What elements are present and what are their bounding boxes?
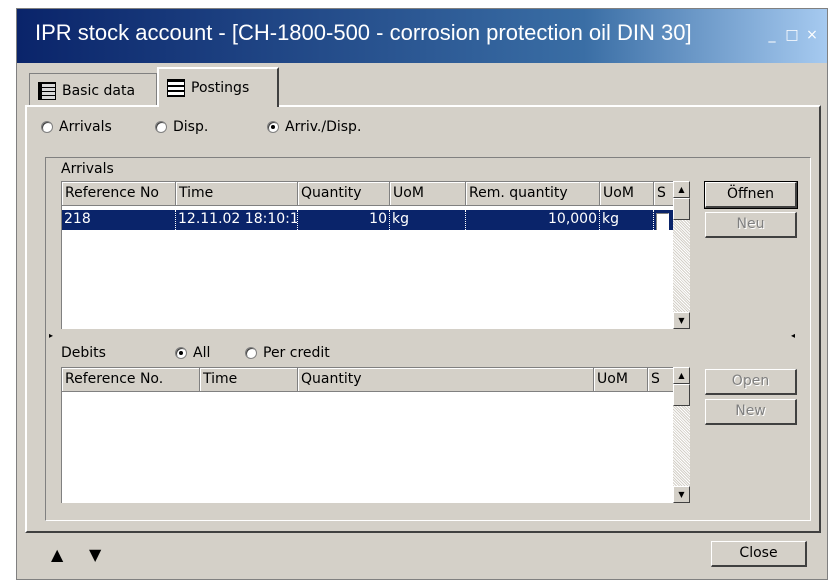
open-arrival-button[interactable]: Öffnen <box>704 181 798 209</box>
scroll-up-icon[interactable]: ▲ <box>673 367 690 384</box>
col-s[interactable]: S <box>654 182 674 206</box>
maximize-icon[interactable]: □ <box>785 27 799 43</box>
arrow-down-icon[interactable]: ▼ <box>89 545 101 564</box>
list-icon <box>167 79 185 97</box>
splitter-right-icon[interactable]: ◂ <box>791 331 795 340</box>
radio-per-credit[interactable]: Per credit <box>245 345 330 361</box>
cell-s <box>654 210 674 230</box>
arrivals-label: Arrivals <box>61 161 114 177</box>
col-time[interactable]: Time <box>176 182 298 206</box>
tab-basic-data[interactable]: Basic data <box>29 73 157 107</box>
debits-label: Debits <box>61 345 106 361</box>
arrivals-table[interactable]: Reference No Time Quantity UoM Rem. quan… <box>61 181 674 329</box>
new-debit-button[interactable]: New <box>705 399 797 425</box>
scroll-down-icon[interactable]: ▼ <box>673 486 690 503</box>
scroll-thumb[interactable] <box>673 198 690 220</box>
ipr-stock-account-window: IPR stock account - [CH-1800-500 - corro… <box>16 8 828 580</box>
debits-scrollbar[interactable]: ▲ ▼ <box>673 367 690 503</box>
cell-time: 12.11.02 18:10:1 <box>176 210 298 230</box>
radio-per-credit-label: Per credit <box>263 345 330 361</box>
tab-basic-data-label: Basic data <box>62 82 136 99</box>
book-icon <box>38 81 56 100</box>
radio-disp[interactable]: Disp. <box>155 119 208 135</box>
table-row[interactable]: 218 12.11.02 18:10:1 10 kg 10,000 kg <box>62 210 674 230</box>
col-reference-no[interactable]: Reference No <box>62 182 176 206</box>
arrivals-header: Reference No Time Quantity UoM Rem. quan… <box>62 182 674 206</box>
col-reference-no[interactable]: Reference No. <box>62 368 200 392</box>
cell-uom: kg <box>390 210 466 230</box>
minimize-icon[interactable]: _ <box>765 27 779 43</box>
radio-arriv-disp-label: Arriv./Disp. <box>285 119 362 135</box>
col-time[interactable]: Time <box>200 368 298 392</box>
s-checkbox[interactable] <box>656 213 669 230</box>
radio-arriv-disp-dot[interactable] <box>267 121 279 133</box>
close-button[interactable]: Close <box>711 541 807 567</box>
radio-arrivals-dot[interactable] <box>41 121 53 133</box>
close-window-icon[interactable]: × <box>805 27 819 43</box>
window-title: IPR stock account - [CH-1800-500 - corro… <box>35 20 692 45</box>
tab-postings[interactable]: Postings <box>157 67 279 107</box>
scroll-up-icon[interactable]: ▲ <box>673 181 690 198</box>
debits-table[interactable]: Reference No. Time Quantity UoM S <box>61 367 674 503</box>
radio-all-dot[interactable] <box>175 347 187 359</box>
radio-all[interactable]: All <box>175 345 210 361</box>
radio-all-label: All <box>193 345 211 361</box>
radio-per-credit-dot[interactable] <box>245 347 257 359</box>
debits-header: Reference No. Time Quantity UoM S <box>62 368 674 392</box>
radio-arrivals-label: Arrivals <box>59 119 112 135</box>
cell-rem-uom: kg <box>600 210 654 230</box>
arrivals-scrollbar[interactable]: ▲ ▼ <box>673 181 690 329</box>
scroll-down-icon[interactable]: ▼ <box>673 312 690 329</box>
radio-disp-dot[interactable] <box>155 121 167 133</box>
col-uom[interactable]: UoM <box>390 182 466 206</box>
col-rem-quantity[interactable]: Rem. quantity <box>466 182 600 206</box>
radio-arriv-disp[interactable]: Arriv./Disp. <box>267 119 361 135</box>
scroll-thumb[interactable] <box>673 384 690 406</box>
col-uom[interactable]: UoM <box>594 368 648 392</box>
tab-postings-label: Postings <box>191 80 250 96</box>
title-bar[interactable]: IPR stock account - [CH-1800-500 - corro… <box>17 9 827 63</box>
arrow-up-icon[interactable]: ▲ <box>51 545 63 564</box>
open-debit-button[interactable]: Open <box>705 369 797 395</box>
new-arrival-button[interactable]: Neu <box>705 212 797 238</box>
cell-rem-quantity: 10,000 <box>466 210 600 230</box>
col-rem-uom[interactable]: UoM <box>600 182 654 206</box>
col-s[interactable]: S <box>648 368 674 392</box>
window-controls: _ □ × <box>765 27 819 43</box>
cell-reference-no: 218 <box>62 210 176 230</box>
cell-quantity: 10 <box>298 210 390 230</box>
radio-disp-label: Disp. <box>173 119 209 135</box>
col-quantity[interactable]: Quantity <box>298 182 390 206</box>
splitter-left-icon[interactable]: ▸ <box>49 331 53 340</box>
radio-arrivals[interactable]: Arrivals <box>41 119 112 135</box>
col-quantity[interactable]: Quantity <box>298 368 594 392</box>
